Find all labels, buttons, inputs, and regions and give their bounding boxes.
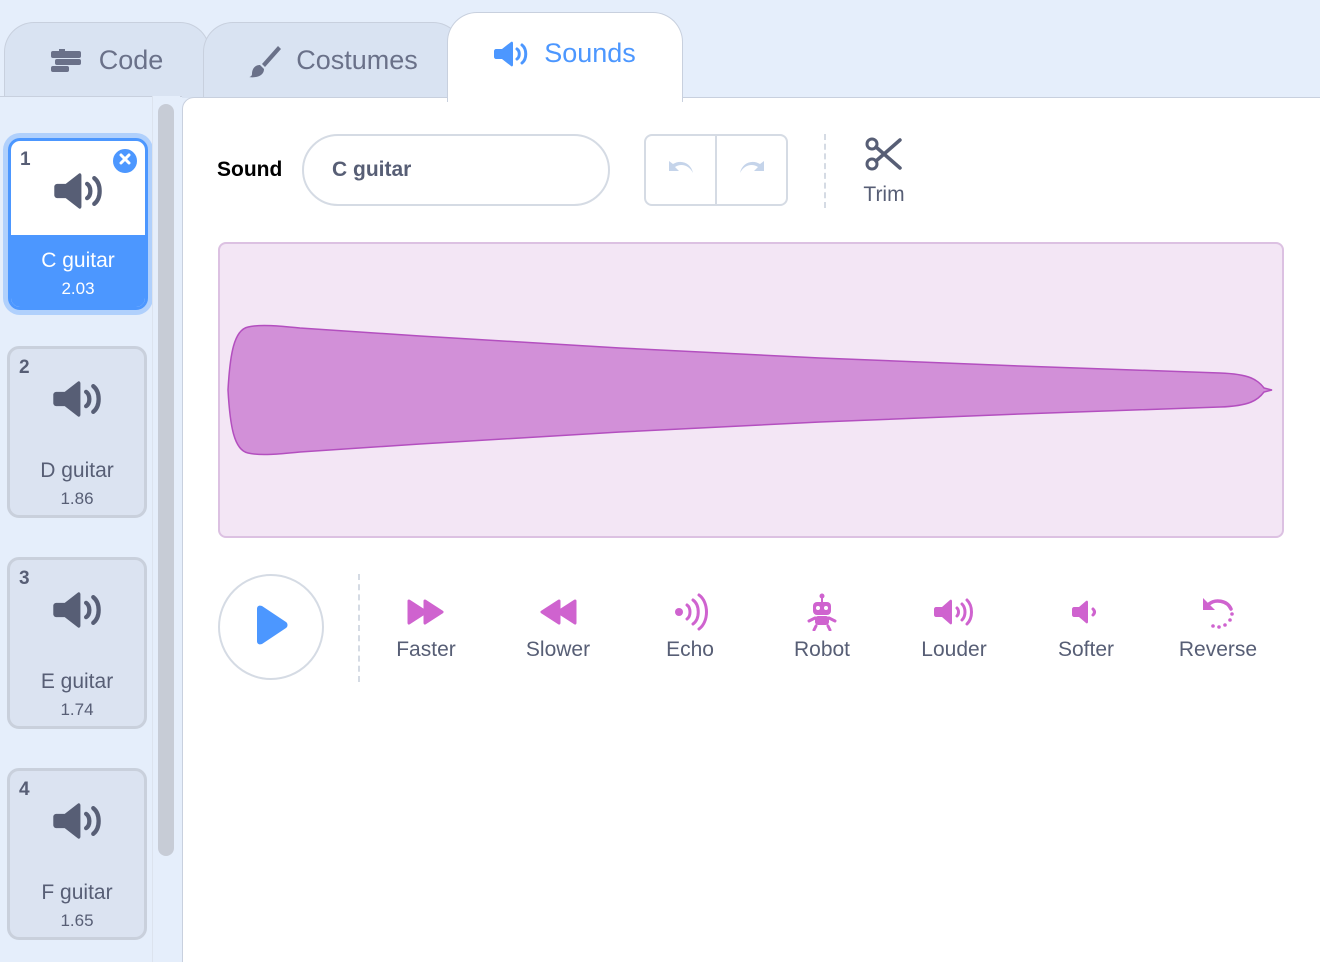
tab-code-label: Code bbox=[98, 45, 164, 75]
play-button[interactable] bbox=[218, 574, 324, 680]
divider bbox=[358, 574, 360, 682]
speaker-icon bbox=[53, 801, 105, 846]
slower-label: Slower bbox=[525, 638, 591, 661]
waveform-display[interactable] bbox=[218, 242, 1284, 538]
robot-button[interactable]: Robot bbox=[767, 592, 877, 662]
sound-item[interactable]: 2 D guitar 1.86 bbox=[7, 346, 147, 518]
robot-label: Robot bbox=[793, 638, 851, 661]
tab-code[interactable]: Code bbox=[4, 22, 210, 98]
undo-redo-group bbox=[644, 134, 788, 206]
softer-icon bbox=[1031, 592, 1141, 632]
trim-button[interactable]: Trim bbox=[850, 136, 918, 207]
code-blocks-icon bbox=[50, 48, 85, 73]
sound-number: 3 bbox=[19, 568, 30, 589]
softer-button[interactable]: Softer bbox=[1031, 592, 1141, 662]
tab-sounds[interactable]: Sounds bbox=[447, 12, 683, 102]
sound-number: 1 bbox=[20, 149, 31, 170]
tab-costumes-label: Costumes bbox=[296, 45, 418, 75]
echo-button[interactable]: Echo bbox=[635, 592, 745, 662]
redo-icon bbox=[736, 157, 768, 184]
redo-button[interactable] bbox=[715, 136, 786, 204]
scrollbar-thumb[interactable] bbox=[158, 104, 174, 856]
echo-icon bbox=[635, 592, 745, 632]
echo-label: Echo bbox=[666, 638, 714, 661]
sound-item-duration: 2.03 bbox=[61, 279, 95, 298]
speaker-icon bbox=[494, 40, 530, 68]
sound-item[interactable]: 3 E guitar 1.74 bbox=[7, 557, 147, 729]
louder-icon bbox=[899, 592, 1009, 632]
tab-costumes[interactable]: Costumes bbox=[203, 22, 463, 98]
robot-icon bbox=[767, 592, 877, 632]
reverse-button[interactable]: Reverse bbox=[1163, 592, 1273, 662]
sound-item-name: C guitar bbox=[41, 249, 115, 272]
speaker-icon bbox=[54, 171, 106, 216]
close-icon bbox=[119, 152, 131, 170]
faster-icon bbox=[371, 592, 481, 632]
speaker-icon bbox=[53, 590, 105, 635]
sound-item-name: E guitar bbox=[40, 670, 114, 693]
speaker-icon bbox=[53, 379, 105, 424]
louder-button[interactable]: Louder bbox=[899, 592, 1009, 662]
sound-number: 4 bbox=[19, 779, 30, 800]
softer-label: Softer bbox=[1057, 638, 1115, 661]
louder-label: Louder bbox=[921, 638, 987, 661]
paintbrush-icon bbox=[248, 44, 282, 78]
scissors-icon bbox=[864, 137, 904, 178]
tab-sounds-label: Sounds bbox=[544, 38, 636, 68]
sound-item-duration: 1.86 bbox=[60, 489, 94, 508]
reverse-icon bbox=[1163, 592, 1273, 632]
play-icon bbox=[253, 605, 289, 650]
faster-label: Faster bbox=[396, 638, 456, 661]
undo-icon bbox=[665, 157, 697, 184]
faster-button[interactable]: Faster bbox=[371, 592, 481, 662]
sound-item-duration: 1.74 bbox=[60, 700, 94, 719]
sound-number: 2 bbox=[19, 357, 30, 378]
delete-button[interactable] bbox=[111, 147, 139, 175]
waveform-shape bbox=[227, 324, 1273, 456]
sound-item-name: F guitar bbox=[41, 881, 113, 904]
slower-button[interactable]: Slower bbox=[503, 592, 613, 662]
trim-label: Trim bbox=[863, 183, 905, 206]
undo-button[interactable] bbox=[646, 136, 715, 204]
sound-item[interactable]: 1 C guitar 2.03 bbox=[8, 138, 148, 310]
sound-item-duration: 1.65 bbox=[60, 911, 94, 930]
sound-item-name: D guitar bbox=[40, 459, 114, 482]
slower-icon bbox=[503, 592, 613, 632]
divider bbox=[824, 134, 826, 208]
reverse-label: Reverse bbox=[1178, 638, 1258, 661]
sound-name-input[interactable] bbox=[302, 134, 610, 206]
sound-name-label: Sound bbox=[217, 158, 283, 181]
sound-item[interactable]: 4 F guitar 1.65 bbox=[7, 768, 147, 940]
